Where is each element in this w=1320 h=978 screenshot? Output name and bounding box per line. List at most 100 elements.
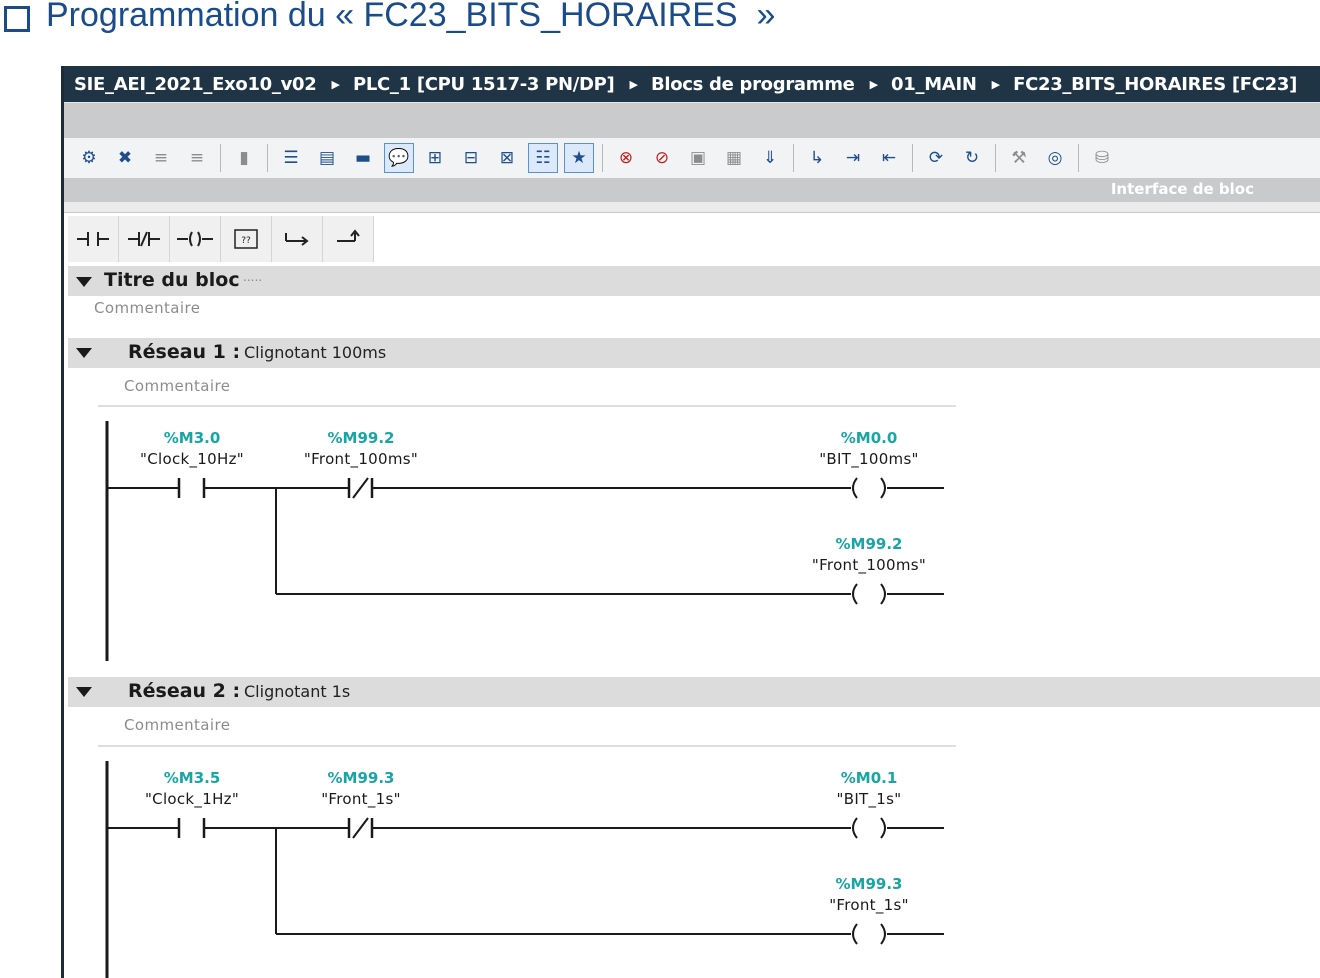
coil-1-address[interactable]: %M0.0 — [841, 429, 898, 447]
coil-1-right[interactable] — [880, 817, 886, 839]
grid-icon[interactable]: ☷ — [528, 143, 558, 173]
coil-1-left[interactable] — [852, 477, 858, 499]
network-1-header[interactable]: Réseau 1 : Clignotant 100ms — [68, 338, 1320, 368]
block-interface-label: Interface de bloc — [1110, 180, 1254, 198]
coil-icon[interactable] — [170, 216, 221, 262]
coil-2-left[interactable] — [852, 923, 858, 945]
network-1-comment-divider — [98, 405, 956, 407]
block-interface-bar[interactable]: Interface de bloc — [64, 178, 1320, 202]
contact-nc-address[interactable]: %M99.2 — [328, 429, 395, 447]
settings-icon[interactable]: ⚒ — [1004, 143, 1034, 173]
toolbar-separator — [267, 144, 268, 172]
coil-2-symbol[interactable]: "Front_1s" — [829, 896, 909, 914]
network-2-header[interactable]: Réseau 2 : Clignotant 1s — [68, 677, 1320, 707]
collapse-triangle-icon[interactable] — [76, 348, 92, 358]
block-call-icon[interactable]: ▣ — [683, 143, 713, 173]
indent-icon[interactable]: ⇥ — [838, 143, 868, 173]
network-2-label: Réseau 2 : — [128, 680, 241, 702]
coil-2-right[interactable] — [880, 583, 886, 605]
jump-icon[interactable]: ↳ — [802, 143, 832, 173]
breadcrumb-plc[interactable]: PLC_1 [CPU 1517-3 PN/DP] — [353, 74, 615, 95]
interface-splitter[interactable] — [64, 202, 1320, 213]
collapse-triangle-icon[interactable] — [76, 277, 92, 287]
contact-no-address[interactable]: %M3.5 — [164, 769, 221, 787]
contact-no-address[interactable]: %M3.0 — [164, 429, 221, 447]
contact-no-symbol[interactable]: "Clock_1Hz" — [145, 790, 239, 808]
coil-2-symbol[interactable]: "Front_100ms" — [812, 556, 926, 574]
coil-1-right[interactable] — [880, 477, 886, 499]
network-1-comment[interactable]: Commentaire — [124, 377, 230, 395]
add-row-icon[interactable]: ≡ — [182, 143, 212, 173]
slide-title: Programmation du « FC23_BITS_HORAIRES » — [0, 0, 1320, 40]
delete-branch-icon[interactable]: ⊘ — [647, 143, 677, 173]
contact-no-symbol[interactable]: "Clock_10Hz" — [140, 450, 244, 468]
coil-1-symbol[interactable]: "BIT_100ms" — [819, 450, 919, 468]
network-1-ladder: %M3.0 "Clock_10Hz" %M99.2 "Front_100ms" … — [64, 416, 1320, 666]
coil-2-address[interactable]: %M99.3 — [836, 875, 903, 893]
block-title-bar[interactable]: Titre du bloc ..... — [68, 266, 1320, 296]
refresh-icon[interactable]: ↻ — [957, 143, 987, 173]
favorites-icon[interactable]: ★ — [564, 143, 594, 173]
close-branch-icon[interactable] — [323, 216, 374, 262]
toolbar-separator — [602, 144, 603, 172]
absolute-operand-icon[interactable]: ⊞ — [420, 143, 450, 173]
monitor-icon[interactable]: ⟳ — [921, 143, 951, 173]
network-1-title[interactable]: Clignotant 100ms — [244, 343, 386, 362]
operand-display-icon[interactable]: ⊟ — [456, 143, 486, 173]
coil-1-symbol[interactable]: "BIT_1s" — [837, 790, 902, 808]
no-contact-icon[interactable] — [68, 216, 119, 262]
open-branch-icon[interactable] — [272, 216, 323, 262]
delete-icon[interactable]: ⊗ — [611, 143, 641, 173]
network-1-label: Réseau 1 : — [128, 341, 241, 363]
contact-nc-symbol[interactable]: "Front_100ms" — [304, 450, 418, 468]
glasses-icon[interactable]: ◎ — [1040, 143, 1070, 173]
toolbar-separator — [995, 144, 996, 172]
bullet-checkbox-icon — [4, 6, 30, 32]
breadcrumb-project[interactable]: SIE_AEI_2021_Exo10_v02 — [74, 74, 317, 95]
main-rung — [107, 817, 944, 839]
contact-nc-address[interactable]: %M99.3 — [328, 769, 395, 787]
toolbar-separator — [220, 144, 221, 172]
nc-contact-icon[interactable] — [119, 216, 170, 262]
breadcrumb-program-blocks[interactable]: Blocs de programme — [651, 74, 855, 95]
network-2-comment-divider — [98, 745, 956, 747]
symbol-info-icon[interactable]: ⊠ — [492, 143, 522, 173]
contact-nc-symbol[interactable]: "Front_1s" — [321, 790, 401, 808]
insert-network-icon[interactable]: ⚙ — [74, 143, 104, 173]
close-all-networks-icon[interactable]: ▬ — [348, 143, 378, 173]
db-call-icon[interactable]: ▦ — [719, 143, 749, 173]
database-icon[interactable]: ⛁ — [1087, 143, 1117, 173]
list-view-icon[interactable]: ☰ — [276, 143, 306, 173]
coil-1-address[interactable]: %M0.1 — [841, 769, 898, 787]
network-2-comment[interactable]: Commentaire — [124, 716, 230, 734]
network-1-diagram — [105, 421, 944, 661]
download-icon[interactable]: ⇓ — [755, 143, 785, 173]
breadcrumb-arrow-icon: ▶ — [991, 77, 1001, 91]
breadcrumb-folder[interactable]: 01_MAIN — [891, 74, 977, 95]
nc-contact-slash[interactable] — [352, 817, 369, 839]
svg-text:??: ?? — [241, 236, 251, 246]
network-2-diagram — [105, 761, 944, 978]
title-bar-empty — [64, 102, 1320, 139]
comments-toggle-icon[interactable]: 💬 — [384, 143, 414, 173]
empty-box-icon[interactable]: ?? — [221, 216, 272, 262]
coil-2-address[interactable]: %M99.2 — [836, 535, 903, 553]
collapse-triangle-icon[interactable] — [76, 687, 92, 697]
coil-2-left[interactable] — [852, 583, 858, 605]
nc-contact-slash[interactable] — [352, 477, 369, 499]
breadcrumb-arrow-icon: ▶ — [869, 77, 879, 91]
outdent-icon[interactable]: ⇤ — [874, 143, 904, 173]
tia-editor-window: SIE_AEI_2021_Exo10_v02 ▶ PLC_1 [CPU 1517… — [61, 66, 1320, 978]
go-to-icon[interactable]: ▮ — [229, 143, 259, 173]
coil-2-right[interactable] — [880, 923, 886, 945]
open-all-networks-icon[interactable]: ▤ — [312, 143, 342, 173]
coil-1-left[interactable] — [852, 817, 858, 839]
block-comment[interactable]: Commentaire — [94, 299, 200, 317]
insert-row-icon[interactable]: ≡ — [146, 143, 176, 173]
network-2-title[interactable]: Clignotant 1s — [244, 682, 350, 701]
network-2-ladder: %M3.5 "Clock_1Hz" %M99.3 "Front_1s" %M0.… — [64, 756, 1320, 978]
block-title-value[interactable]: ..... — [243, 270, 262, 284]
ladder-palette: ?? — [68, 216, 374, 262]
breadcrumb-block[interactable]: FC23_BITS_HORAIRES [FC23] — [1013, 74, 1297, 95]
delete-network-icon[interactable]: ✖ — [110, 143, 140, 173]
